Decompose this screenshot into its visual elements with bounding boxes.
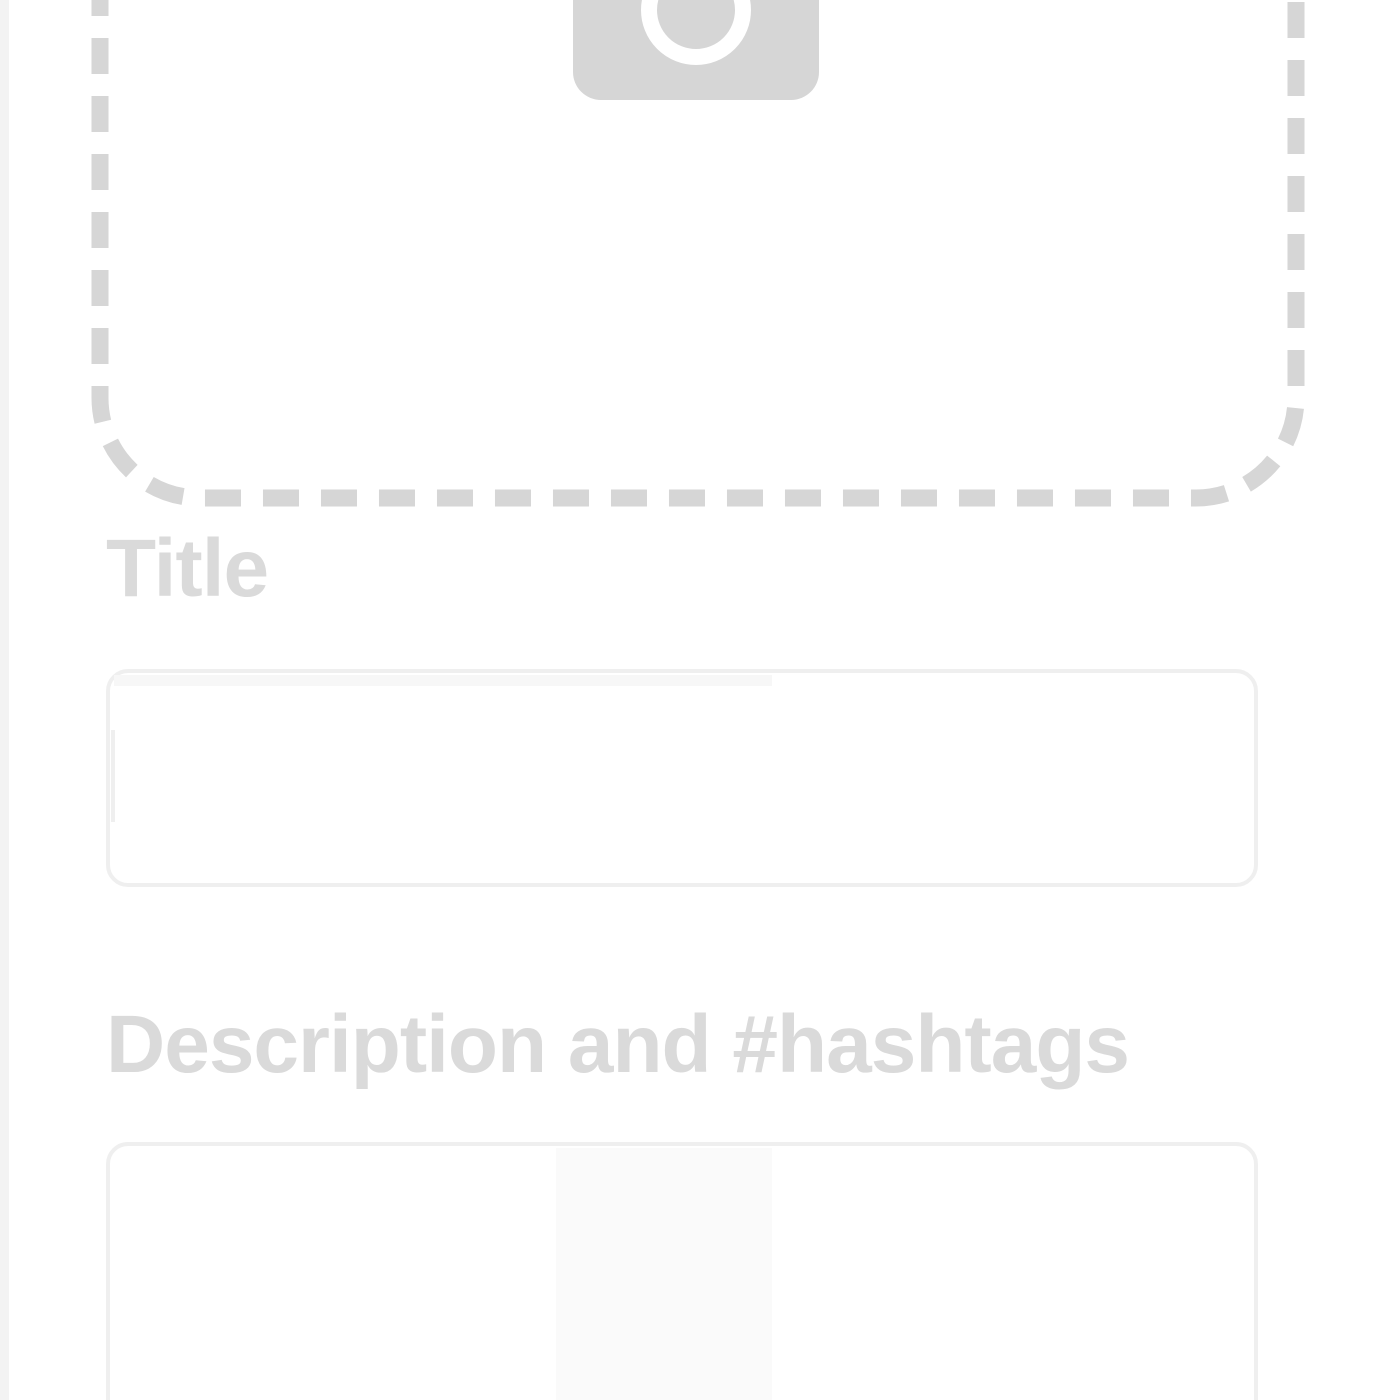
description-label: Description and #hashtags xyxy=(106,999,1130,1090)
upload-form-page: Title Description and #hashtags xyxy=(0,0,1400,1400)
description-textarea[interactable] xyxy=(106,1142,1258,1400)
title-input[interactable] xyxy=(106,669,1258,887)
title-label: Title xyxy=(106,523,269,614)
camera-icon[interactable] xyxy=(573,0,819,100)
photo-dropzone[interactable] xyxy=(0,0,1400,520)
